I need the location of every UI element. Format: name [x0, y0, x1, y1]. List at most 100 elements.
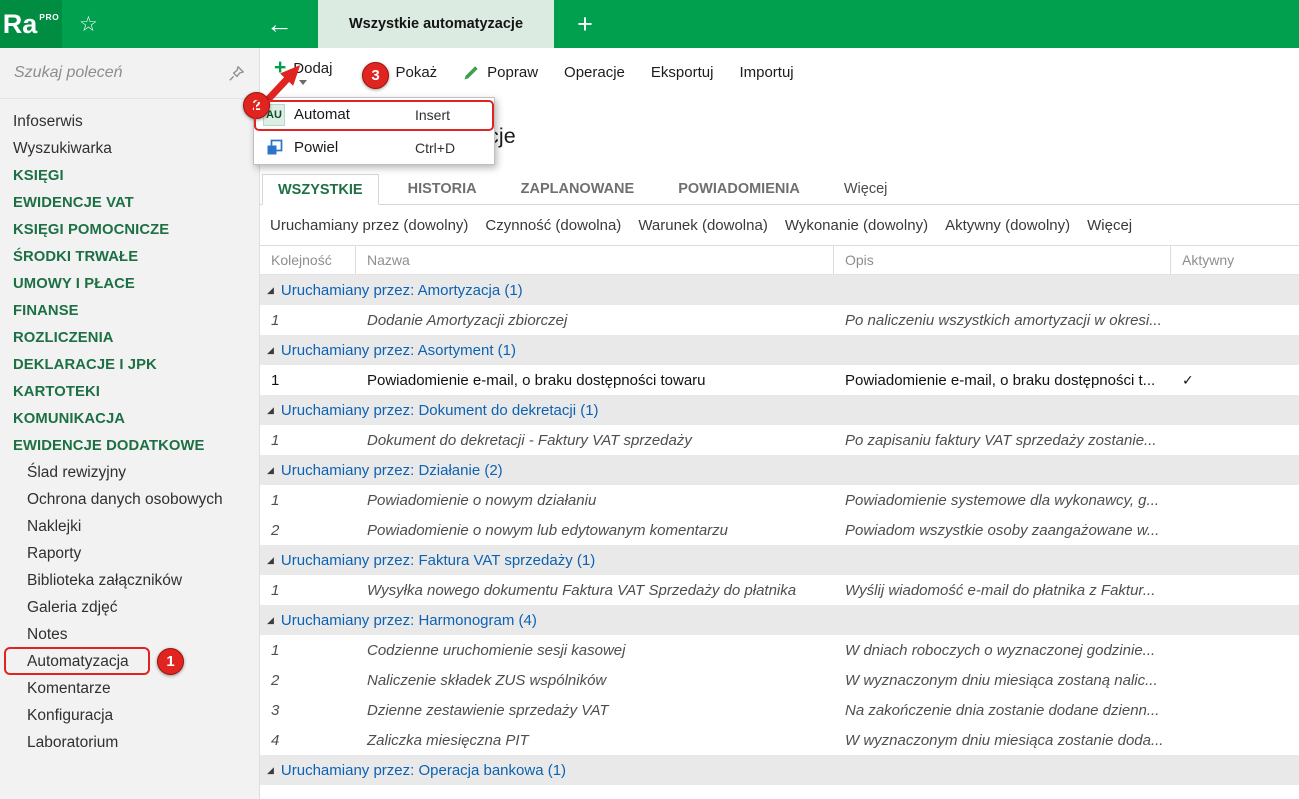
sidebar-item-infoserwis[interactable]: Infoserwis	[0, 108, 259, 135]
search-input[interactable]	[14, 64, 220, 82]
favorites-star-icon[interactable]: ☆	[79, 0, 98, 48]
cell-desc: Na zakończenie dnia zostanie dodane dzie…	[845, 701, 1160, 719]
collapse-triangle-icon[interactable]: ◢	[267, 405, 274, 415]
sidebar-item-laboratorium[interactable]: Laboratorium	[0, 729, 259, 756]
edit-button[interactable]: Popraw	[450, 48, 551, 97]
sidebar-item-kartoteki[interactable]: KARTOTEKI	[0, 378, 259, 405]
top-bar: Ra PRO ☆ ← Wszystkie automatyzacje +	[0, 0, 1299, 48]
cell-desc: Po naliczeniu wszystkich amortyzacji w o…	[845, 311, 1162, 329]
table-row[interactable]: 1 Wysyłka nowego dokumentu Faktura VAT S…	[260, 575, 1299, 605]
pin-icon[interactable]	[228, 65, 245, 82]
sidebar-item-finanse[interactable]: FINANSE	[0, 297, 259, 324]
show-button[interactable]: Pokaż	[358, 48, 450, 97]
group-row[interactable]: ◢ Uruchamiany przez: Harmonogram (4)	[260, 605, 1299, 635]
filter-wiecej[interactable]: Więcej	[1087, 217, 1132, 234]
cell-desc: Po zapisaniu faktury VAT sprzedaży zosta…	[845, 431, 1157, 449]
sidebar-item-ochrona-danych-osobowych[interactable]: Ochrona danych osobowych	[0, 486, 259, 513]
cell-desc: Wyślij wiadomość e-mail do płatnika z Fa…	[845, 581, 1156, 599]
cell-desc: Powiadomienie e-mail, o braku dostępnośc…	[845, 371, 1156, 389]
cell-order: 4	[271, 731, 280, 749]
collapse-triangle-icon[interactable]: ◢	[267, 765, 274, 775]
group-row[interactable]: ◢ Uruchamiany przez: Asortyment (1)	[260, 335, 1299, 365]
column-header-opis[interactable]: Opis	[834, 246, 1171, 274]
duplicate-icon	[263, 137, 285, 159]
cell-name: Powiadomienie o nowym lub edytowanym kom…	[367, 521, 729, 539]
table-row[interactable]: 2 Powiadomienie o nowym lub edytowanym k…	[260, 515, 1299, 545]
sidebar-item-wyszukiwarka[interactable]: Wyszukiwarka	[0, 135, 259, 162]
group-label: Uruchamiany przez: Asortyment (1)	[280, 341, 516, 359]
collapse-triangle-icon[interactable]: ◢	[267, 465, 274, 475]
group-row[interactable]: ◢ Uruchamiany przez: Działanie (2)	[260, 455, 1299, 485]
sidebar-item-konfiguracja[interactable]: Konfiguracja	[0, 702, 259, 729]
column-header-nazwa[interactable]: Nazwa	[356, 246, 834, 274]
cell-name: Dodanie Amortyzacji zbiorczej	[367, 311, 568, 329]
add-button[interactable]: + Dodaj	[262, 48, 344, 97]
sidebar-item-ewidencje-vat[interactable]: EWIDENCJE VAT	[0, 189, 259, 216]
sidebar-item-ksiegi[interactable]: KSIĘGI	[0, 162, 259, 189]
document-tab[interactable]: Wszystkie automatyzacje	[318, 0, 554, 48]
group-row[interactable]: ◢ Uruchamiany przez: Dokument do dekreta…	[260, 395, 1299, 425]
pencil-icon	[463, 65, 479, 81]
filter-warunek[interactable]: Warunek (dowolna)	[638, 217, 768, 234]
app-logo[interactable]: Ra PRO	[0, 0, 62, 48]
table-row[interactable]: 1 Codzienne uruchomienie sesji kasowej W…	[260, 635, 1299, 665]
sidebar-item-umowy-i-place[interactable]: UMOWY I PŁACE	[0, 270, 259, 297]
view-tabs: WSZYSTKIE HISTORIA ZAPLANOWANE POWIADOMI…	[260, 174, 1299, 205]
back-arrow-icon[interactable]: ←	[266, 0, 293, 48]
cell-order: 1	[271, 491, 280, 509]
sidebar-item-rozliczenia[interactable]: ROZLICZENIA	[0, 324, 259, 351]
collapse-triangle-icon[interactable]: ◢	[267, 345, 274, 355]
table-row[interactable]: 1 Powiadomienie e-mail, o braku dostępno…	[260, 365, 1299, 395]
command-search	[0, 48, 259, 99]
column-header-aktywny[interactable]: Aktywny	[1171, 246, 1299, 274]
filter-wykonanie[interactable]: Wykonanie (dowolny)	[785, 217, 928, 234]
sidebar-item-naklejki[interactable]: Naklejki	[0, 513, 259, 540]
sidebar: Infoserwis Wyszukiwarka KSIĘGI EWIDENCJE…	[0, 48, 260, 799]
sidebar-item-automatyzacja[interactable]: Automatyzacja	[0, 648, 259, 675]
table-row[interactable]: 2 Naliczenie składek ZUS wspólników W wy…	[260, 665, 1299, 695]
sidebar-item-komunikacja[interactable]: KOMUNIKACJA	[0, 405, 259, 432]
sidebar-item-deklaracje-i-jpk[interactable]: DEKLARACJE I JPK	[0, 351, 259, 378]
new-tab-plus-icon[interactable]: +	[566, 0, 604, 48]
export-button[interactable]: Eksportuj	[638, 48, 727, 97]
group-row[interactable]: ◢ Uruchamiany przez: Faktura VAT sprzeda…	[260, 545, 1299, 575]
filter-uruchamiany-przez[interactable]: Uruchamiany przez (dowolny)	[270, 217, 468, 234]
menu-item-powiel[interactable]: Powiel Ctrl+D	[254, 131, 494, 164]
sidebar-item-slad-rewizyjny[interactable]: Ślad rewizyjny	[0, 459, 259, 486]
tab-wiecej[interactable]: Więcej	[829, 174, 903, 204]
collapse-triangle-icon[interactable]: ◢	[267, 285, 274, 295]
collapse-triangle-icon[interactable]: ◢	[267, 615, 274, 625]
menu-item-automat[interactable]: AU Automat Insert	[254, 98, 494, 131]
sidebar-item-raporty[interactable]: Raporty	[0, 540, 259, 567]
sidebar-item-komentarze[interactable]: Komentarze	[0, 675, 259, 702]
filter-czynnosc[interactable]: Czynność (dowolna)	[485, 217, 621, 234]
sidebar-item-ewidencje-dodatkowe[interactable]: EWIDENCJE DODATKOWE	[0, 432, 259, 459]
show-button-label: Pokaż	[395, 64, 438, 81]
sidebar-item-notes[interactable]: Notes	[0, 621, 259, 648]
table-row[interactable]: 1 Powiadomienie o nowym działaniu Powiad…	[260, 485, 1299, 515]
table-row[interactable]: 1 Dokument do dekretacji - Faktury VAT s…	[260, 425, 1299, 455]
group-label: Uruchamiany przez: Działanie (2)	[280, 461, 503, 479]
filter-aktywny[interactable]: Aktywny (dowolny)	[945, 217, 1070, 234]
column-header-kolejnosc[interactable]: Kolejność	[260, 246, 356, 274]
menu-item-powiel-label: Powiel	[294, 139, 339, 156]
sidebar-item-galeria-zdjec[interactable]: Galeria zdjęć	[0, 594, 259, 621]
tab-powiadomienia[interactable]: POWIADOMIENIA	[663, 174, 815, 204]
sidebar-item-biblioteka-zalacznikow[interactable]: Biblioteka załączników	[0, 567, 259, 594]
sidebar-item-ksiegi-pomocnicze[interactable]: KSIĘGI POMOCNICZE	[0, 216, 259, 243]
automat-icon: AU	[263, 103, 285, 126]
group-row[interactable]: ◢ Uruchamiany przez: Amortyzacja (1)	[260, 275, 1299, 305]
collapse-triangle-icon[interactable]: ◢	[267, 555, 274, 565]
import-button[interactable]: Importuj	[726, 48, 806, 97]
table-row[interactable]: 3 Dzienne zestawienie sprzedaży VAT Na z…	[260, 695, 1299, 725]
table-row[interactable]: 1 Dodanie Amortyzacji zbiorczej Po nalic…	[260, 305, 1299, 335]
sidebar-item-srodki-trwale[interactable]: ŚRODKI TRWAŁE	[0, 243, 259, 270]
operations-button[interactable]: Operacje	[551, 48, 638, 97]
logo-text: Ra	[2, 8, 38, 39]
tab-zaplanowane[interactable]: ZAPLANOWANE	[506, 174, 650, 204]
tab-historia[interactable]: HISTORIA	[393, 174, 492, 204]
table-row[interactable]: 4 Zaliczka miesięczna PIT W wyznaczonym …	[260, 725, 1299, 755]
group-row[interactable]: ◢ Uruchamiany przez: Operacja bankowa (1…	[260, 755, 1299, 785]
cell-desc: Powiadomienie systemowe dla wykonawcy, g…	[845, 491, 1160, 509]
tab-wszystkie[interactable]: WSZYSTKIE	[262, 174, 379, 205]
